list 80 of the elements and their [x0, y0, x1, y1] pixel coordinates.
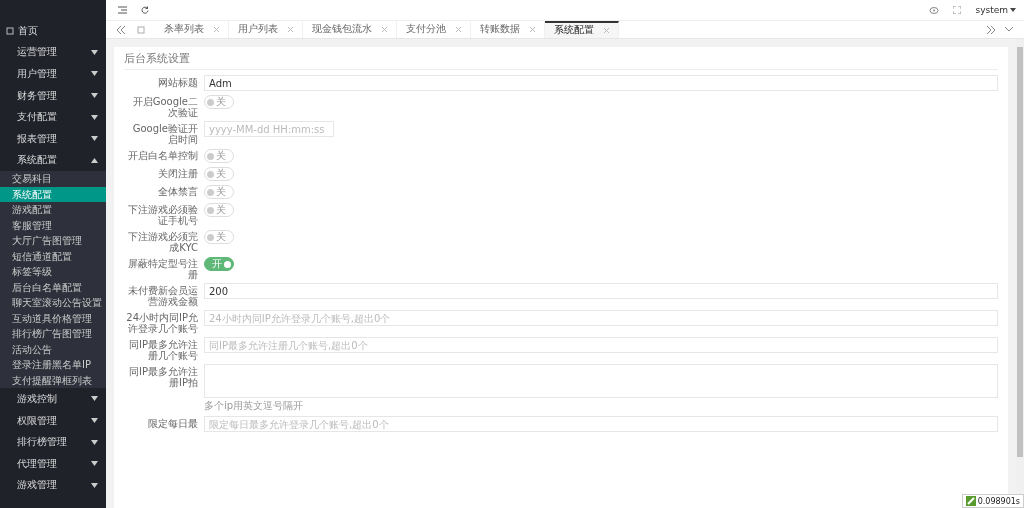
sidebar-item[interactable]: 首页: [0, 20, 106, 42]
field-label: 开启Google二次验证: [131, 95, 198, 118]
caret-icon: [91, 482, 98, 488]
close-icon[interactable]: [382, 27, 387, 32]
sidebar-item[interactable]: 聊天室滚动公告设置: [0, 295, 106, 311]
caret-icon: [91, 396, 98, 402]
input-field[interactable]: Adm: [204, 75, 998, 91]
sidebar-group[interactable]: 权限管理: [0, 409, 106, 432]
caret-icon: [91, 157, 98, 163]
sidebar-item[interactable]: 系统配置: [0, 186, 106, 203]
sidebar-item[interactable]: 标签等级: [0, 264, 106, 280]
sidebar-group[interactable]: 财务管理: [0, 84, 106, 107]
fullscreen-icon[interactable]: [953, 6, 962, 14]
sidebar-item[interactable]: 游戏配置: [0, 202, 106, 218]
double-left-icon[interactable]: [117, 25, 126, 34]
sidebar-group[interactable]: 用户管理: [0, 63, 106, 85]
home-icon[interactable]: [137, 25, 145, 34]
close-icon[interactable]: [530, 27, 535, 32]
field-label: 24小时内同IP允许登录几个账号: [125, 311, 198, 334]
sidebar-item[interactable]: 互动道具价格管理: [0, 310, 106, 327]
sidebar-item[interactable]: 后台白名单配置: [0, 279, 106, 296]
field-label: 未付费新会员运营游戏金额: [127, 284, 198, 307]
field-label: 全体禁言: [157, 185, 198, 199]
sidebar-item[interactable]: 登录注册黑名单IP: [0, 357, 106, 373]
refresh-icon[interactable]: [141, 6, 149, 14]
menu-icon[interactable]: [118, 6, 127, 14]
sidebar-item[interactable]: 短信通道配置: [0, 248, 106, 265]
input-field[interactable]: 200: [204, 283, 998, 299]
sidebar-group[interactable]: 支付配置: [0, 106, 106, 128]
sidebar-item[interactable]: 客服管理: [0, 217, 106, 234]
caret-icon: [91, 418, 98, 424]
help-text: 多个ip用英文逗号隔开: [204, 399, 305, 413]
double-right-icon[interactable]: [986, 25, 995, 34]
caret-icon: [91, 461, 98, 467]
timer-badge: 0.098901s: [961, 494, 1024, 508]
caret-icon: [91, 114, 98, 120]
close-icon[interactable]: [604, 28, 609, 33]
field-label: 关闭注册: [157, 167, 198, 181]
sidebar-group[interactable]: 运营管理: [0, 41, 106, 64]
field-label: Google验证开启时间: [131, 122, 198, 145]
close-icon[interactable]: [456, 27, 461, 32]
field-label: 同IP最多允许注册几个账号: [128, 338, 198, 361]
caret-icon: [91, 439, 98, 445]
field-label: 同IP最多允许注册IP拍: [128, 365, 198, 390]
text-area[interactable]: [204, 364, 998, 398]
tab[interactable]: 用户列表: [229, 21, 303, 38]
chevron-down-icon[interactable]: [1005, 27, 1013, 32]
field-label: 限定每日最: [147, 417, 198, 431]
caret-icon: [91, 93, 98, 99]
close-icon[interactable]: [214, 27, 219, 32]
date-field[interactable]: yyyy-MM-dd HH:mm:ss: [204, 121, 334, 137]
home-icon: [6, 26, 14, 35]
caret-icon: [91, 49, 98, 55]
field-label: 开启白名单控制: [127, 149, 198, 163]
sidebar-item[interactable]: 排行榜广告图管理: [0, 326, 106, 342]
caret-icon: [1010, 8, 1016, 12]
sidebar-group[interactable]: 排行榜管理: [0, 431, 106, 453]
form-title: 后台系统设置: [124, 51, 998, 70]
field-label: 网站标题: [157, 76, 198, 90]
sidebar-item[interactable]: 活动公告: [0, 341, 106, 358]
tab[interactable]: 系统配置: [545, 21, 619, 38]
field-label: 下注游戏必须验证手机号: [127, 203, 198, 226]
user-menu[interactable]: system: [975, 5, 1016, 15]
tab[interactable]: 支付分池: [397, 21, 471, 38]
tab[interactable]: 现金钱包流水: [303, 21, 397, 38]
caret-icon: [91, 136, 98, 142]
sidebar-group[interactable]: 游戏管理: [0, 474, 106, 497]
sidebar-item[interactable]: 大厅广告图管理: [0, 233, 106, 249]
sidebar-group[interactable]: 系统配置: [0, 149, 106, 172]
field-label: 屏蔽特定型号注册: [127, 257, 198, 280]
sidebar-group[interactable]: 游戏控制: [0, 388, 106, 410]
close-icon[interactable]: [288, 27, 293, 32]
caret-icon: [91, 71, 98, 77]
tab[interactable]: 杀率列表: [155, 21, 229, 38]
field-label: 下注游戏必须完成KYC: [127, 230, 198, 253]
sidebar-group[interactable]: 报表管理: [0, 127, 106, 150]
timer-icon: [965, 496, 976, 506]
sidebar-item[interactable]: 交易科目: [0, 171, 106, 187]
sidebar-group[interactable]: 代理管理: [0, 452, 106, 475]
sidebar-item[interactable]: 支付提醒弹框列表: [0, 372, 106, 389]
